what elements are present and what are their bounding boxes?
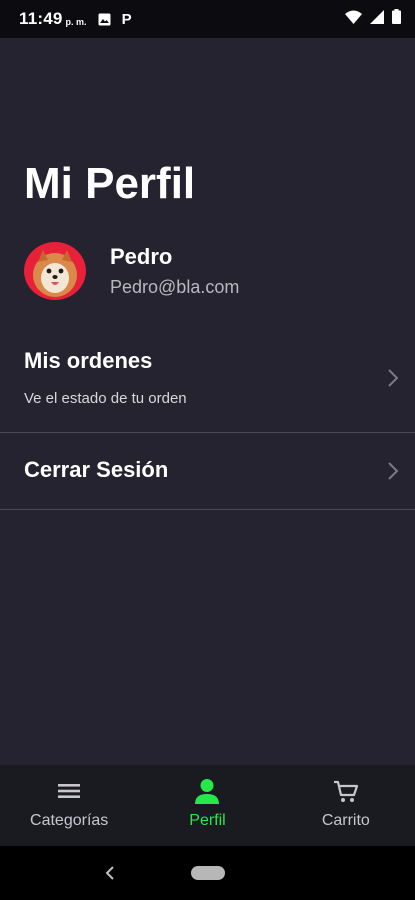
cart-icon xyxy=(333,780,358,802)
system-navigation-bar xyxy=(0,846,415,900)
my-orders-item[interactable]: Mis ordenes Ve el estado de tu orden xyxy=(0,330,415,433)
person-icon xyxy=(195,779,220,804)
wifi-icon xyxy=(345,10,362,29)
user-email: Pedro@bla.com xyxy=(110,277,240,297)
back-icon[interactable] xyxy=(103,865,117,881)
user-name: Pedro xyxy=(110,244,173,269)
nav-label-profile: Perfil xyxy=(189,812,226,829)
home-pill[interactable] xyxy=(191,866,225,880)
menu-icon xyxy=(58,784,81,798)
image-notification-icon xyxy=(98,13,111,26)
avatar xyxy=(24,242,86,300)
status-bar: 11:49 p. m. P xyxy=(0,0,415,38)
nav-item-profile[interactable]: Perfil xyxy=(138,765,276,846)
bottom-navigation: Categorías Perfil Carrito xyxy=(0,765,415,846)
status-ampm: p. m. xyxy=(65,16,87,27)
my-orders-subtitle: Ve el estado de tu orden xyxy=(24,390,187,407)
chevron-right-icon xyxy=(388,369,399,387)
signal-icon xyxy=(370,9,384,29)
parking-app-icon: P xyxy=(121,10,132,28)
nav-label-cart: Carrito xyxy=(321,812,370,829)
my-orders-title: Mis ordenes xyxy=(24,348,153,373)
status-time: 11:49 xyxy=(19,9,63,28)
nav-label-categories: Categorías xyxy=(30,812,109,829)
battery-icon xyxy=(392,9,401,29)
chevron-right-icon xyxy=(388,462,399,480)
page-title: Mi Perfil xyxy=(24,159,196,208)
logout-title: Cerrar Sesión xyxy=(24,457,169,482)
nav-item-categories[interactable]: Categorías xyxy=(0,765,138,846)
logout-item[interactable]: Cerrar Sesión xyxy=(0,433,415,510)
nav-item-cart[interactable]: Carrito xyxy=(277,765,415,846)
